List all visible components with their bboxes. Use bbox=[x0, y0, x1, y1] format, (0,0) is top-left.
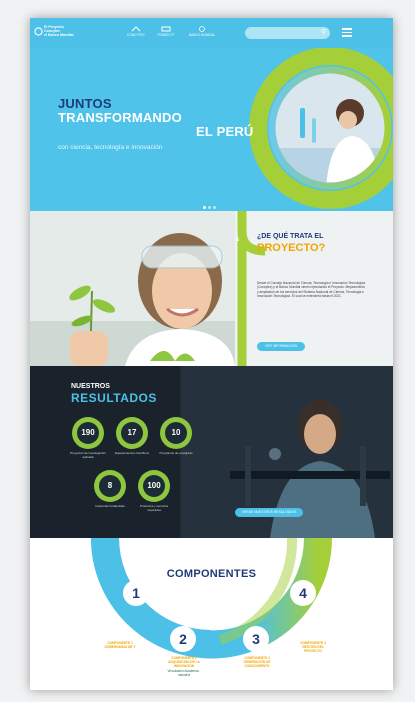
stat-label-1: Proyectos de investigación aplicada bbox=[70, 451, 106, 459]
concytec-logo-icon bbox=[131, 26, 141, 32]
stat-label-5: Productos y servicios mejorados bbox=[139, 504, 169, 512]
stat-circle-1: 190 bbox=[72, 417, 104, 449]
partner-logo-concytec[interactable]: CONCYTEC bbox=[125, 26, 147, 38]
components-ring bbox=[91, 538, 332, 659]
stat-value-2: 17 bbox=[121, 422, 143, 444]
menu-button[interactable] bbox=[341, 26, 353, 40]
components-title: COMPONENTES bbox=[166, 568, 257, 580]
stat-circle-2: 17 bbox=[116, 417, 148, 449]
stat-label-4: Instancias fortalecidas bbox=[95, 504, 125, 508]
menu-bar bbox=[342, 28, 352, 30]
carousel-dots bbox=[202, 196, 217, 211]
menu-bar bbox=[342, 31, 352, 33]
menu-bar bbox=[342, 35, 352, 37]
carousel-dot[interactable] bbox=[203, 206, 206, 209]
components-section: COMPONENTES 1 2 3 4 COMPONENTE 1 GOBERNA… bbox=[30, 538, 393, 690]
partner-logo-bm[interactable]: BANCO MUNDIAL bbox=[182, 26, 222, 38]
component-number-2[interactable]: 2 bbox=[170, 626, 196, 652]
component-label-3[interactable]: COMPONENTE 3 GENERACIÓN DE CONOCIMIENTO bbox=[237, 656, 277, 668]
logo-text: El Proyecto Concytec el Banco Mundial bbox=[44, 25, 74, 37]
carousel-dot[interactable] bbox=[208, 206, 211, 209]
stat-value-1: 190 bbox=[77, 422, 99, 444]
stat-circle-3: 10 bbox=[160, 417, 192, 449]
component-sub-2: Vinculación Academia - Industria bbox=[167, 669, 201, 677]
partner-name-1: CONCYTEC bbox=[127, 32, 145, 37]
stat-circle-4: 8 bbox=[94, 470, 126, 502]
stat-label-2: Equipamientos científicos bbox=[114, 451, 150, 455]
hero-headline-1: JUNTOS bbox=[58, 96, 112, 111]
project-title-small: ¿DE QUÉ TRATA EL bbox=[257, 233, 324, 240]
site-logo[interactable]: El Proyecto Concytec el Banco Mundial bbox=[34, 23, 85, 43]
partner-logo-fondecyt[interactable]: FONDECYT bbox=[155, 26, 177, 38]
project-description: Desde el Consejo Nacional de Ciencia, Te… bbox=[257, 281, 366, 299]
hero-tagline: con ciencia, tecnología e innovación bbox=[58, 144, 163, 151]
carousel-dot[interactable] bbox=[213, 206, 216, 209]
view-results-button[interactable]: VERSE NUESTROS RESULTADOS bbox=[235, 508, 303, 517]
component-number-4[interactable]: 4 bbox=[290, 580, 316, 606]
search-input[interactable]: ⚲ bbox=[245, 27, 330, 39]
results-section: NUESTROS RESULTADOS 190 Proyectos de inv… bbox=[30, 366, 393, 538]
stat-value-3: 10 bbox=[165, 422, 187, 444]
stat-circle-5: 100 bbox=[138, 470, 170, 502]
component-label-4[interactable]: COMPONENTE 4 GESTIÓN DEL PROYECTO bbox=[293, 641, 333, 653]
world-bank-logo-icon bbox=[199, 26, 205, 32]
project-section: ¿DE QUÉ TRATA EL PROYECTO? Desde el Cons… bbox=[30, 211, 393, 366]
stat-label-3: Programas de postgrado bbox=[159, 451, 193, 455]
hero-headline-3: EL PERÚ bbox=[196, 124, 254, 139]
hero-banner: JUNTOS TRANSFORMANDO EL PERÚ con ciencia… bbox=[30, 48, 393, 211]
logo-mark-icon bbox=[34, 27, 43, 36]
top-header: El Proyecto Concytec el Banco Mundial CO… bbox=[30, 18, 393, 48]
component-label-1[interactable]: COMPONENTE 1 GOBERNANZA DE Y bbox=[102, 641, 138, 649]
view-info-button[interactable]: VER INFORMACIÓN bbox=[257, 342, 305, 351]
search-icon[interactable]: ⚲ bbox=[321, 29, 326, 37]
stat-value-4: 8 bbox=[99, 475, 121, 497]
component-label-2[interactable]: COMPONENTE 2 ADQUISICIÓN DE LA INNOVACIÓ… bbox=[164, 656, 204, 668]
stat-value-5: 100 bbox=[143, 475, 165, 497]
landing-page: El Proyecto Concytec el Banco Mundial CO… bbox=[30, 18, 393, 690]
results-title-big: RESULTADOS bbox=[71, 391, 157, 405]
component-number-1[interactable]: 1 bbox=[123, 580, 149, 606]
results-title-small: NUESTROS bbox=[71, 383, 110, 390]
hero-headline-2: TRANSFORMANDO bbox=[58, 110, 182, 125]
fondecyt-logo-icon bbox=[161, 26, 171, 32]
partner-name-3: BANCO MUNDIAL bbox=[188, 32, 216, 37]
partner-name-2: FONDECYT bbox=[157, 32, 175, 37]
component-number-3[interactable]: 3 bbox=[243, 626, 269, 652]
project-title-big: PROYECTO? bbox=[257, 242, 326, 254]
